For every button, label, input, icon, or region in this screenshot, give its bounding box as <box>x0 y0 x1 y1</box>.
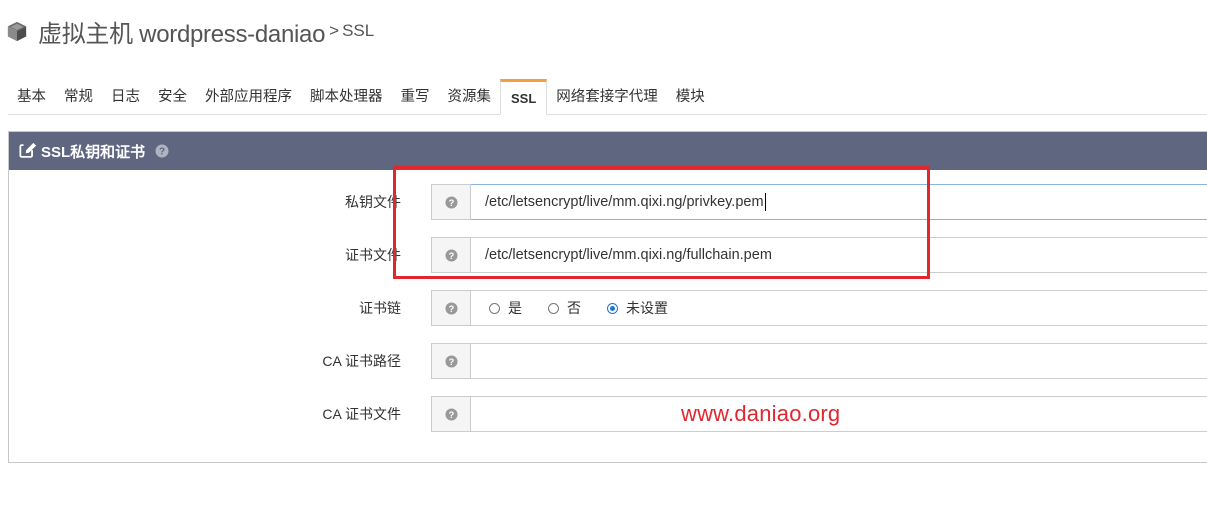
certificate-file-label: 证书文件 <box>345 247 401 263</box>
ca-path-input[interactable] <box>471 343 1207 379</box>
vhost-title: 虚拟主机 wordpress-daniao <box>38 20 326 48</box>
ssl-panel: SSL私钥和证书 ? 私钥文件 ? /etc/letsencrypt/live/… <box>8 131 1207 463</box>
panel-title: SSL私钥和证书 <box>41 143 146 161</box>
tab-log[interactable]: 日志 <box>102 80 149 114</box>
svg-text:?: ? <box>159 147 165 158</box>
radio-circle <box>489 302 500 314</box>
tab-websocket-proxy[interactable]: 网络套接字代理 <box>547 80 667 114</box>
tab-ssl[interactable]: SSL <box>500 79 548 115</box>
chain-help[interactable]: ? <box>431 290 471 326</box>
tab-rewrite[interactable]: 重写 <box>392 80 439 114</box>
edit-icon[interactable] <box>19 142 37 160</box>
chain-radio-field: 是 否 未设置 <box>471 290 1207 326</box>
svg-text:?: ? <box>448 356 454 366</box>
radio-circle-checked <box>607 302 618 314</box>
svg-text:?: ? <box>448 250 454 260</box>
tab-basic[interactable]: 基本 <box>8 80 55 114</box>
ca-file-help[interactable]: ? <box>431 396 471 432</box>
private-key-label: 私钥文件 <box>345 194 401 210</box>
question-circle-icon: ? <box>444 301 458 315</box>
tab-context[interactable]: 资源集 <box>439 80 501 114</box>
question-circle-icon: ? <box>444 195 458 209</box>
chain-radio-group: 是 否 未设置 <box>485 291 1207 325</box>
text-caret <box>764 193 766 212</box>
page-title: 虚拟主机 wordpress-daniao > SSL <box>6 16 375 48</box>
private-key-input[interactable]: /etc/letsencrypt/live/mm.qixi.ng/privkey… <box>471 184 1207 220</box>
field-row-certificate: 证书文件 ? /etc/letsencrypt/live/mm.qixi.ng/… <box>9 237 1207 273</box>
tab-modules[interactable]: 模块 <box>667 80 714 114</box>
tab-general[interactable]: 常规 <box>55 80 102 114</box>
question-circle-icon: ? <box>444 407 458 421</box>
breadcrumb-current: SSL <box>342 21 375 40</box>
panel-header: SSL私钥和证书 ? <box>9 132 1207 170</box>
field-row-private-key: 私钥文件 ? /etc/letsencrypt/live/mm.qixi.ng/… <box>9 184 1207 220</box>
radio-circle <box>548 302 559 314</box>
tab-bar: 基本 常规 日志 安全 外部应用程序 脚本处理器 重写 资源集 SSL 网络套接… <box>8 78 1207 115</box>
tab-script-handler[interactable]: 脚本处理器 <box>301 80 392 114</box>
svg-text:?: ? <box>448 197 454 207</box>
radio-not-set[interactable]: 未设置 <box>607 291 668 325</box>
radio-yes[interactable]: 是 <box>489 291 522 325</box>
radio-no[interactable]: 否 <box>548 291 581 325</box>
ca-path-label: CA 证书路径 <box>322 353 401 369</box>
certificate-file-help[interactable]: ? <box>431 237 471 273</box>
svg-text:?: ? <box>448 409 454 419</box>
field-row-ca-path: CA 证书路径 ? <box>9 343 1207 379</box>
field-row-ca-file: CA 证书文件 ? <box>9 396 1207 432</box>
svg-text:?: ? <box>448 303 454 313</box>
watermark-text: www.daniao.org <box>681 401 841 426</box>
tab-external-app[interactable]: 外部应用程序 <box>196 80 301 114</box>
ca-path-help[interactable]: ? <box>431 343 471 379</box>
field-row-chain: 证书链 ? 是 否 未设置 <box>9 290 1207 326</box>
private-key-help[interactable]: ? <box>431 184 471 220</box>
question-circle-icon[interactable]: ? <box>155 144 169 158</box>
question-circle-icon: ? <box>444 354 458 368</box>
chain-label: 证书链 <box>359 300 401 316</box>
question-circle-icon: ? <box>444 248 458 262</box>
cube-icon <box>7 21 27 42</box>
certificate-file-input[interactable]: /etc/letsencrypt/live/mm.qixi.ng/fullcha… <box>471 237 1207 273</box>
ca-file-label: CA 证书文件 <box>322 406 401 422</box>
tab-security[interactable]: 安全 <box>149 80 196 114</box>
breadcrumb-separator: > <box>329 21 340 40</box>
